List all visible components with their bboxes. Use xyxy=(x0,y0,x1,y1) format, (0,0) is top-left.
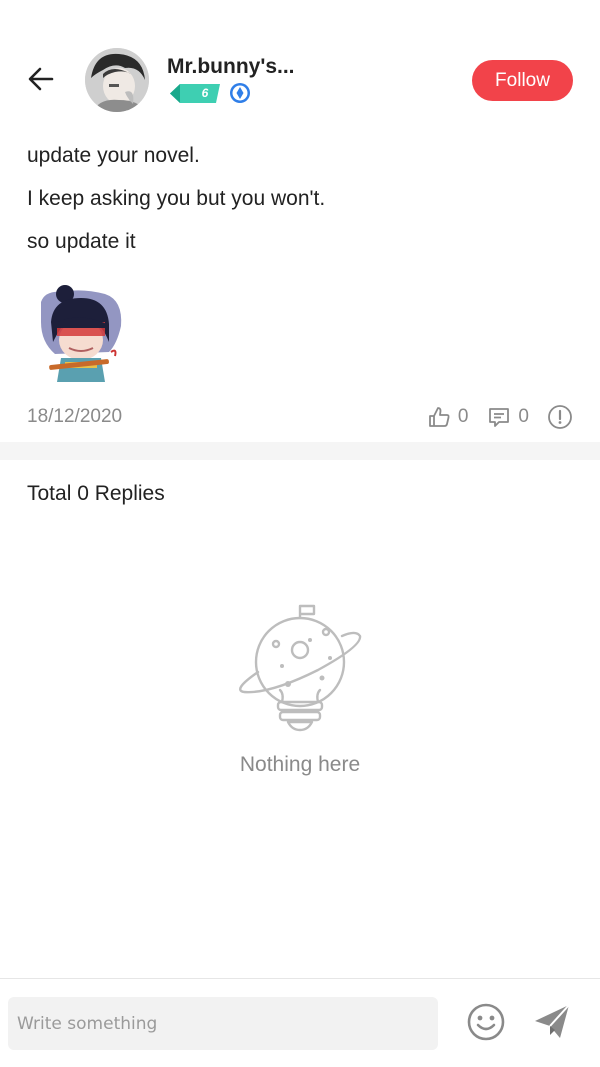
like-button[interactable]: 0 xyxy=(426,404,469,430)
report-button[interactable] xyxy=(547,404,573,430)
username[interactable]: Mr.bunny's... xyxy=(167,55,295,79)
anime-sticker-image xyxy=(35,282,127,386)
report-icon xyxy=(547,404,573,430)
post-header: Mr.bunny's... 6 Follow xyxy=(0,40,600,120)
post-body: update your novel. I keep asking you but… xyxy=(27,143,577,272)
follow-button[interactable]: Follow xyxy=(472,60,573,101)
comment-count: 0 xyxy=(518,406,529,427)
thumbs-up-icon xyxy=(426,404,452,430)
reply-input[interactable] xyxy=(8,997,438,1050)
post-line: update your novel. xyxy=(27,144,200,167)
post-line: I keep asking you but you won't. xyxy=(27,187,326,210)
post-line: so update it xyxy=(27,230,136,253)
back-arrow-icon[interactable] xyxy=(24,62,58,96)
composer-divider xyxy=(0,978,600,979)
post-actions: 0 0 xyxy=(426,404,573,430)
level-number: 6 xyxy=(201,86,209,100)
replies-title: Total 0 Replies xyxy=(27,482,165,505)
comment-icon xyxy=(486,404,512,430)
post-meta: 18/12/2020 0 0 xyxy=(27,404,573,432)
emoji-icon[interactable] xyxy=(466,1002,506,1042)
planet-bulb-icon xyxy=(230,600,370,740)
post-date: 18/12/2020 xyxy=(27,406,123,427)
section-divider xyxy=(0,442,600,460)
avatar[interactable] xyxy=(85,48,149,112)
comment-button[interactable]: 0 xyxy=(486,404,529,430)
send-icon[interactable] xyxy=(532,1002,572,1042)
level-badge: 6 xyxy=(170,84,220,103)
verified-icon xyxy=(229,82,251,104)
empty-state-text: Nothing here xyxy=(239,753,361,776)
like-count: 0 xyxy=(457,406,469,427)
